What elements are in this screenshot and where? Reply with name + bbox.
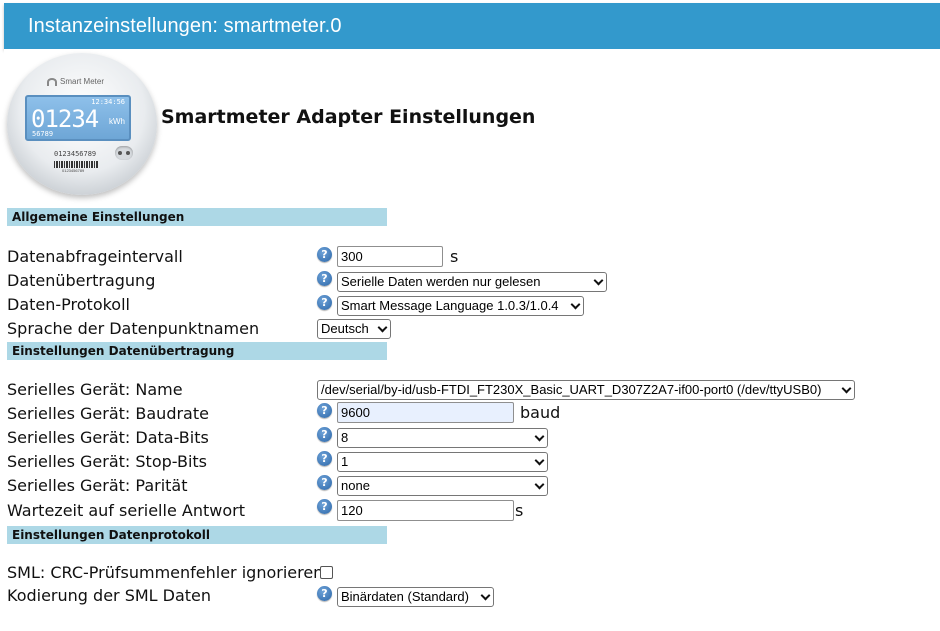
title-bar: Instanzeinstellungen: smartmeter.0 (4, 3, 940, 49)
chevron-down-icon (534, 431, 545, 442)
meter-buttons (115, 146, 133, 160)
baudrate-unit: baud (520, 403, 561, 422)
help-icon[interactable]: ? (317, 295, 332, 310)
help-icon[interactable]: ? (317, 475, 332, 490)
window-title: Instanzeinstellungen: smartmeter.0 (28, 15, 342, 37)
stopbits-label: Serielles Gerät: Stop-Bits (7, 452, 208, 471)
interval-unit: s (450, 247, 459, 266)
encoding-label: Kodierung der SML Daten (7, 586, 212, 605)
serial-name-label: Serielles Gerät: Name (7, 380, 183, 399)
crc-checkbox[interactable] (320, 566, 333, 579)
serial-name-select[interactable]: /dev/serial/by-id/usb-FTDI_FT230X_Basic_… (317, 380, 855, 400)
chevron-down-icon (534, 479, 545, 490)
interval-input[interactable]: 300 (337, 246, 443, 267)
wait-input[interactable]: 120 (337, 500, 514, 521)
wait-label: Wartezeit auf serielle Antwort (7, 501, 245, 520)
barcode-number: 0123456789 (62, 168, 85, 173)
chevron-down-icon (480, 590, 491, 601)
meter-serial: 0123456789 (54, 150, 97, 158)
protocol-label: Daten-Protokoll (7, 295, 130, 314)
parity-label: Serielles Gerät: Parität (7, 476, 188, 495)
transfer-select[interactable]: Serielle Daten werden nur gelesen (337, 272, 607, 292)
baudrate-label: Serielles Gerät: Baudrate (7, 404, 209, 423)
databits-label: Serielles Gerät: Data-Bits (7, 428, 209, 447)
transfer-label: Datenübertragung (7, 271, 156, 290)
crc-label: SML: CRC-Prüfsummenfehler ignorieren (7, 563, 324, 582)
chevron-down-icon (377, 322, 388, 333)
meter-brand: Smart Meter (47, 77, 104, 86)
section-general: Allgemeine Einstellungen (7, 208, 387, 226)
help-icon[interactable]: ? (317, 247, 332, 262)
help-icon[interactable]: ? (317, 499, 332, 514)
encoding-select[interactable]: Binärdaten (Standard) (337, 587, 494, 607)
stopbits-select[interactable]: 1 (337, 452, 548, 472)
chevron-down-icon (841, 383, 852, 394)
section-transfer: Einstellungen Datenübertragung (7, 342, 387, 360)
help-icon[interactable]: ? (317, 403, 332, 418)
help-icon[interactable]: ? (317, 586, 332, 601)
page-heading: Smartmeter Adapter Einstellungen (161, 106, 536, 128)
chevron-down-icon (593, 275, 604, 286)
wait-unit: s (515, 501, 524, 520)
baudrate-input[interactable]: 9600 (337, 402, 514, 423)
smart-meter-logo: Smart Meter 12:34:56 01234 kWh 56789 012… (7, 53, 157, 195)
help-icon[interactable]: ? (317, 427, 332, 442)
barcode (54, 161, 98, 168)
language-select[interactable]: Deutsch (317, 319, 391, 339)
parity-select[interactable]: none (337, 476, 548, 496)
language-label: Sprache der Datenpunktnamen (7, 319, 260, 338)
meter-display: 12:34:56 01234 kWh 56789 (25, 95, 131, 141)
chevron-down-icon (570, 299, 581, 310)
section-protocol: Einstellungen Datenprotokoll (7, 526, 387, 544)
help-icon[interactable]: ? (317, 271, 332, 286)
chevron-down-icon (534, 455, 545, 466)
databits-select[interactable]: 8 (337, 428, 548, 448)
help-icon[interactable]: ? (317, 451, 332, 466)
protocol-select[interactable]: Smart Message Language 1.0.3/1.0.4 (337, 296, 584, 316)
interval-label: Datenabfrageintervall (7, 247, 183, 266)
